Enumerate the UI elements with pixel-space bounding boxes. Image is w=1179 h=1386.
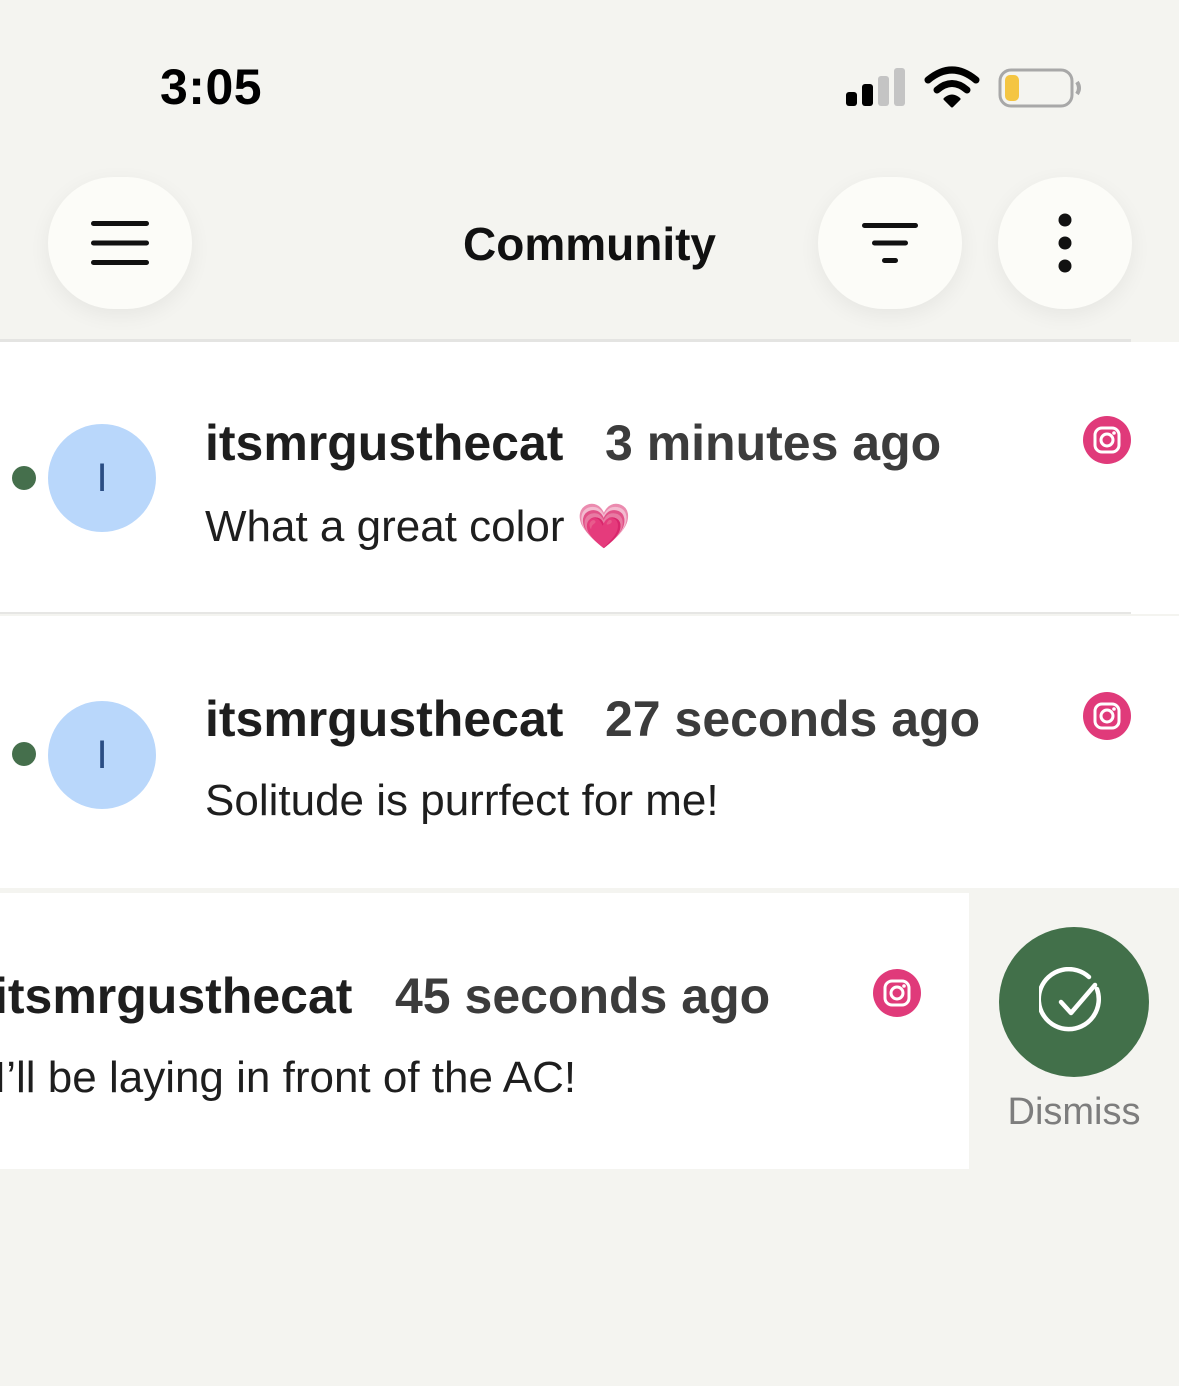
- comment-username[interactable]: itsmrgusthecat: [205, 414, 563, 472]
- comment-card[interactable]: I itsmrgusthecat 27 seconds ago Solitude…: [0, 616, 1179, 888]
- dismiss-action[interactable]: Dismiss: [969, 893, 1179, 1169]
- instagram-icon: [1083, 692, 1131, 740]
- comment-card[interactable]: I itsmrgusthecat 3 minutes ago What a gr…: [0, 342, 1179, 614]
- check-circle-icon: [1039, 967, 1101, 1032]
- comment-timestamp: 27 seconds ago: [605, 691, 981, 747]
- comment-username[interactable]: itsmrgusthecat: [205, 690, 563, 748]
- dismiss-button[interactable]: [999, 927, 1149, 1077]
- comment-timestamp: 45 seconds ago: [395, 968, 771, 1024]
- instagram-icon: [873, 969, 921, 1017]
- avatar-initial: I: [96, 455, 108, 500]
- more-options-button[interactable]: [998, 177, 1132, 309]
- status-bar: 3:05: [0, 0, 1179, 170]
- filter-icon: [862, 223, 918, 263]
- comment-timestamp: 3 minutes ago: [605, 415, 942, 471]
- wifi-icon: [924, 66, 980, 108]
- unread-indicator: [12, 466, 36, 490]
- dismiss-label: Dismiss: [1007, 1091, 1141, 1133]
- instagram-icon: [1083, 416, 1131, 464]
- more-vertical-icon: [1058, 213, 1072, 273]
- unread-indicator: [12, 742, 36, 766]
- comment-text: What a great color 💗: [205, 502, 632, 551]
- comment-card-swiped[interactable]: itsmrgusthecat 45 seconds ago I’ll be la…: [0, 893, 969, 1169]
- app-header: Community: [0, 170, 1179, 340]
- comment-username[interactable]: itsmrgusthecat: [0, 967, 352, 1025]
- avatar: I: [48, 424, 156, 532]
- status-time: 3:05: [160, 59, 263, 115]
- comment-text: I’ll be laying in front of the AC!: [0, 1053, 577, 1102]
- battery-low-icon: [998, 68, 1081, 108]
- card-divider: [0, 612, 1131, 614]
- filter-button[interactable]: [818, 177, 962, 309]
- avatar: I: [48, 701, 156, 809]
- comment-text: Solitude is purrfect for me!: [205, 776, 719, 825]
- cellular-signal-icon: [846, 68, 906, 106]
- avatar-initial: I: [96, 732, 108, 777]
